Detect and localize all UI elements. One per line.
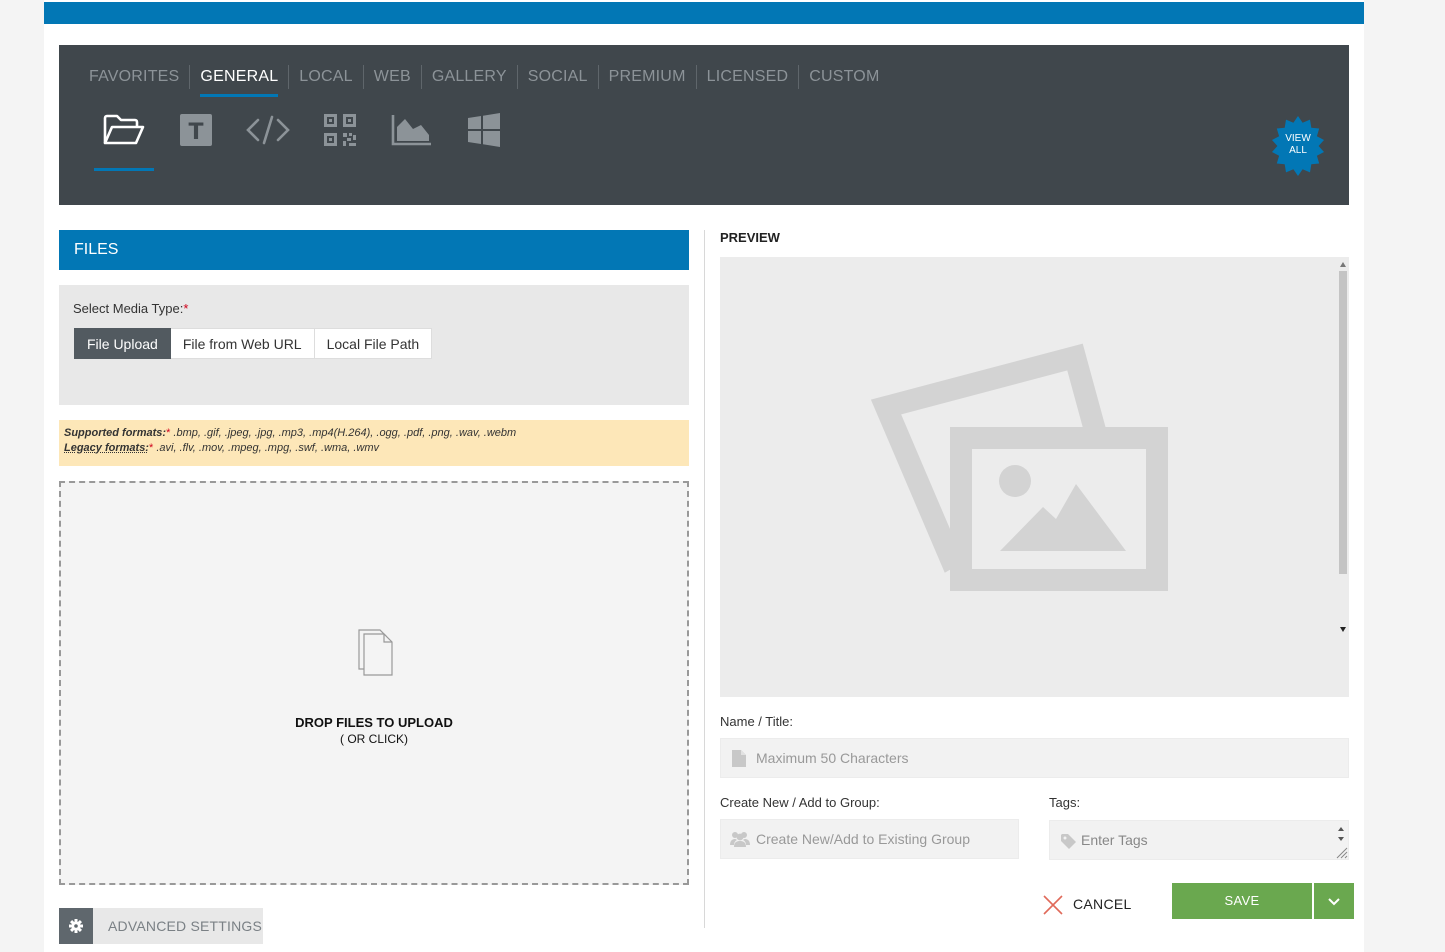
image-placeholder-icon	[870, 343, 1168, 591]
qr-code-icon[interactable]	[310, 113, 370, 171]
group-placeholder: Create New/Add to Existing Group	[756, 831, 970, 847]
tab-local[interactable]: LOCAL	[288, 65, 362, 89]
tab-premium[interactable]: PREMIUM	[597, 65, 696, 89]
formats-notice: Supported formats:* .bmp, .gif, .jpeg, .…	[59, 420, 689, 466]
tags-spinner-icon[interactable]	[1334, 821, 1348, 859]
tags-label: Tags:	[1049, 795, 1081, 810]
tags-input[interactable]: Enter Tags	[1049, 820, 1349, 860]
option-file-upload[interactable]: File Upload	[74, 328, 171, 359]
tab-web[interactable]: WEB	[362, 65, 421, 89]
users-group-icon	[730, 832, 750, 847]
gear-icon	[59, 908, 93, 944]
chevron-down-icon	[1328, 898, 1340, 906]
media-type-box: Select Media Type:* File Upload File fro…	[59, 285, 689, 405]
tab-gallery[interactable]: GALLERY	[420, 65, 517, 89]
tags-placeholder: Enter Tags	[1081, 832, 1148, 848]
legacy-formats-label[interactable]: Legacy formats:	[64, 442, 149, 454]
view-all-badge[interactable]: VIEW ALL	[1267, 115, 1329, 177]
file-dropzone[interactable]: DROP FILES TO UPLOAD ( OR CLICK)	[59, 481, 689, 885]
tab-custom[interactable]: CUSTOM	[798, 65, 889, 89]
column-divider	[704, 230, 705, 928]
preview-title: PREVIEW	[720, 230, 780, 245]
option-local-file-path[interactable]: Local File Path	[314, 328, 433, 359]
page: FAVORITES GENERAL LOCAL WEB GALLERY SOCI…	[44, 0, 1364, 952]
option-file-from-web-url[interactable]: File from Web URL	[170, 328, 315, 359]
dropzone-title: DROP FILES TO UPLOAD	[295, 715, 453, 730]
folder-open-icon[interactable]	[94, 113, 154, 171]
svg-text:T: T	[188, 120, 203, 145]
tab-general[interactable]: GENERAL	[189, 65, 288, 97]
dropzone-subtitle: ( OR CLICK)	[339, 732, 408, 746]
save-button[interactable]: SAVE	[1172, 883, 1312, 919]
scroll-thumb[interactable]	[1339, 271, 1347, 574]
tag-icon	[1061, 834, 1076, 849]
advanced-settings-button[interactable]: ADVANCED SETTINGS	[59, 908, 263, 944]
supported-formats-list: .bmp, .gif, .jpeg, .jpg, .mp3, .mp4(H.26…	[173, 427, 517, 439]
tab-social[interactable]: SOCIAL	[516, 65, 598, 89]
windows-icon[interactable]	[454, 113, 514, 171]
tab-licensed[interactable]: LICENSED	[695, 65, 799, 89]
media-type-label: Select Media Type:*	[73, 301, 189, 316]
cancel-label: CANCEL	[1073, 896, 1132, 912]
group-label: Create New / Add to Group:	[720, 795, 880, 810]
category-tabs: FAVORITES GENERAL LOCAL WEB GALLERY SOCI…	[89, 65, 889, 97]
files-header: FILES	[59, 230, 689, 270]
tab-favorites[interactable]: FAVORITES	[89, 65, 189, 89]
media-type-selector: File Upload File from Web URL Local File…	[74, 328, 433, 359]
preview-area	[720, 257, 1349, 697]
save-options-button[interactable]	[1314, 883, 1354, 919]
group-input[interactable]: Create New/Add to Existing Group	[720, 819, 1019, 859]
name-title-input[interactable]: Maximum 50 Characters	[720, 738, 1349, 778]
view-all-line2: ALL	[1289, 145, 1307, 156]
media-type-panel: FAVORITES GENERAL LOCAL WEB GALLERY SOCI…	[59, 45, 1349, 205]
text-icon[interactable]: T	[166, 113, 226, 171]
tool-icon-row: T	[94, 113, 526, 171]
document-icon	[732, 750, 746, 767]
top-bar	[44, 2, 1364, 24]
name-title-label: Name / Title:	[720, 714, 793, 729]
close-icon	[1043, 895, 1063, 915]
view-all-line1: VIEW	[1285, 133, 1311, 144]
preview-scrollbar[interactable]	[1335, 257, 1349, 639]
supported-formats-label: Supported formats:	[64, 427, 167, 439]
name-title-placeholder: Maximum 50 Characters	[756, 750, 909, 766]
required-mark: *	[183, 301, 189, 316]
code-icon[interactable]	[238, 113, 298, 171]
file-copy-icon	[358, 629, 393, 676]
legacy-formats-list: .avi, .flv, .mov, .mpeg, .mpg, .swf, .wm…	[156, 442, 380, 454]
advanced-settings-label: ADVANCED SETTINGS	[108, 918, 263, 934]
area-chart-icon[interactable]	[382, 113, 442, 171]
